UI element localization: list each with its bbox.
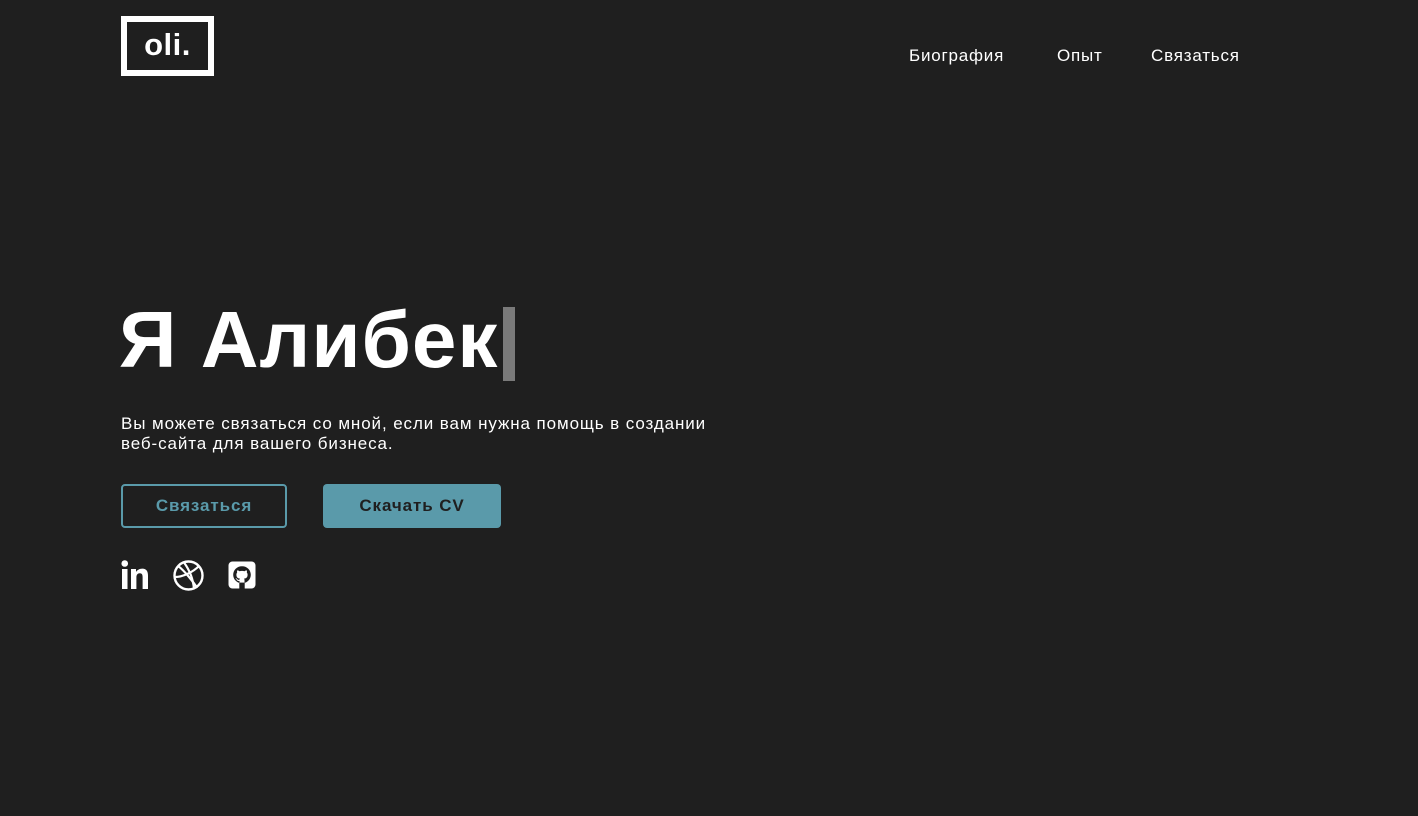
linkedin-icon[interactable] xyxy=(121,560,151,591)
hero-subtitle-line-2: веб-сайта для вашего бизнеса. xyxy=(121,434,394,453)
download-cv-button[interactable]: Скачать CV xyxy=(323,484,501,528)
hero-subtitle-line-1: Вы можете связаться со мной, если вам ну… xyxy=(121,414,707,433)
hero-title: Я Алибек xyxy=(119,295,516,384)
hero-title-text: Я Алибек xyxy=(119,295,499,384)
github-icon[interactable] xyxy=(228,560,258,591)
nav-link-contact[interactable]: Связаться xyxy=(1151,44,1240,68)
nav-link-experience[interactable]: Опыт xyxy=(1057,44,1103,68)
typing-cursor xyxy=(503,307,516,381)
nav-link-biography[interactable]: Биография xyxy=(909,44,1004,68)
dribbble-icon[interactable] xyxy=(173,560,204,591)
contact-button[interactable]: Связаться xyxy=(121,484,287,528)
page: oli. Биография Опыт Связаться Я Алибек В… xyxy=(0,0,1418,816)
logo[interactable]: oli. xyxy=(121,16,214,76)
hero-subtitle: Вы можете связаться со мной, если вам ну… xyxy=(121,414,821,454)
